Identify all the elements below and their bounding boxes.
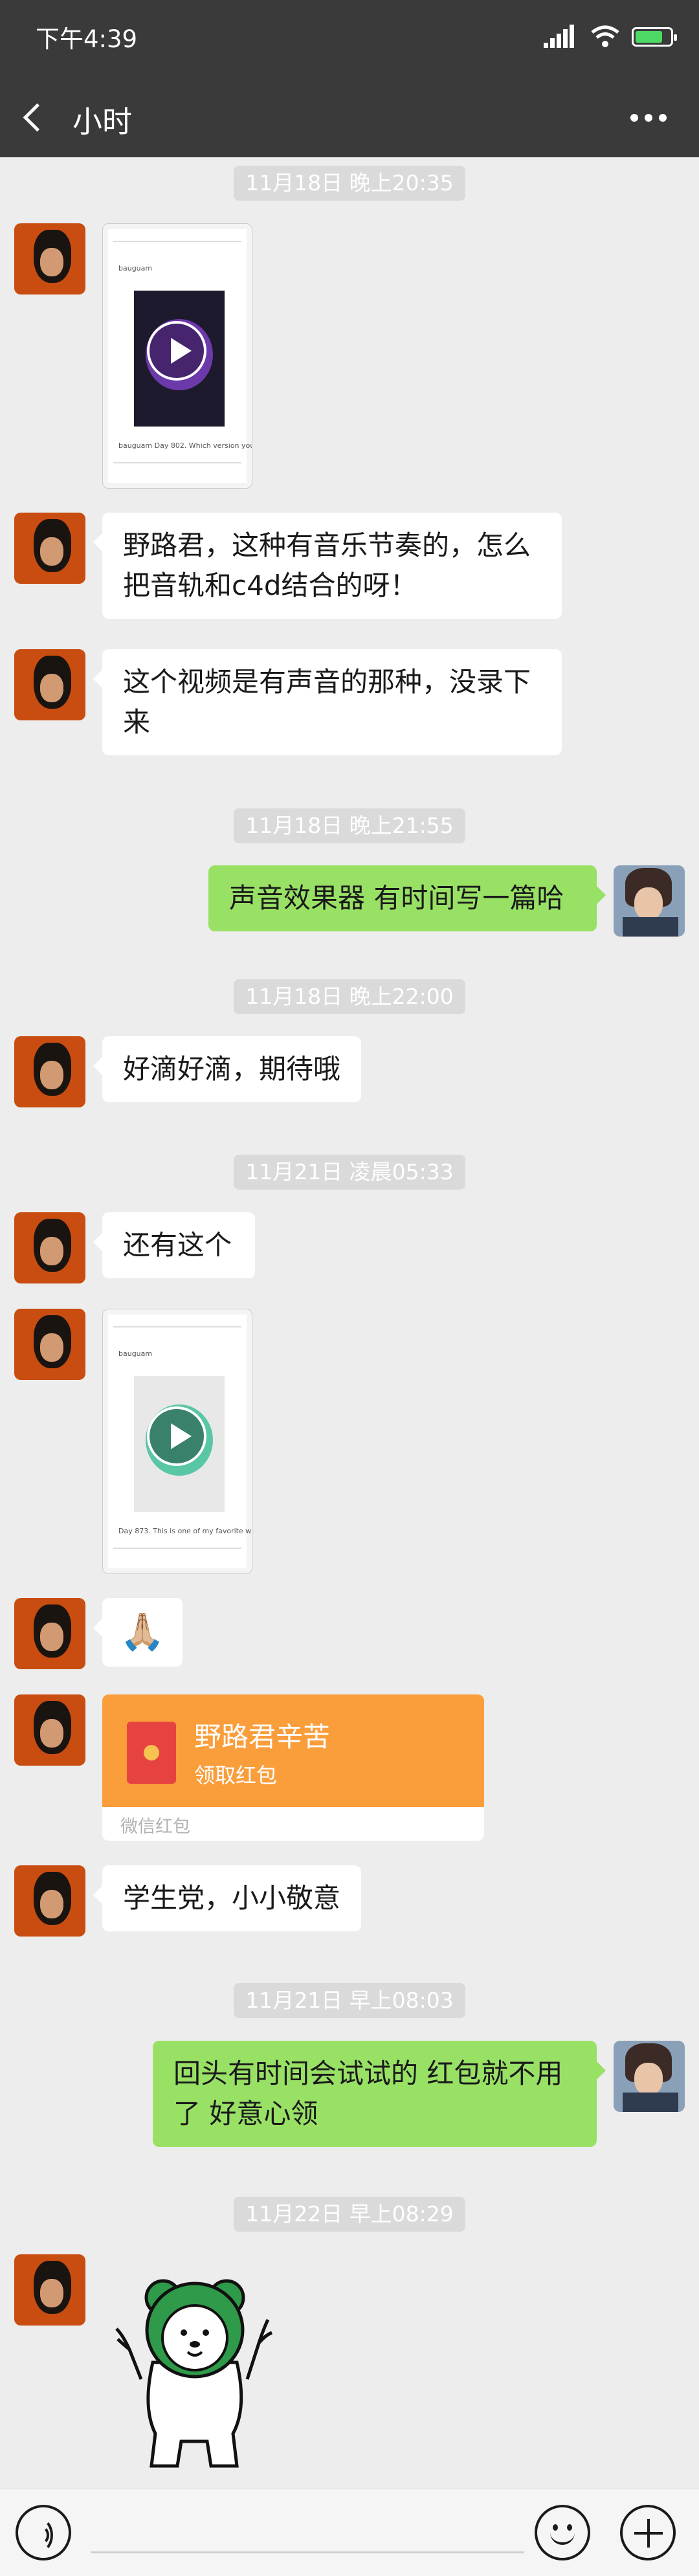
message-bubble[interactable]: 野路君，这种有音乐节奏的，怎么把音轨和c4d结合的呀！ bbox=[93, 513, 562, 619]
timestamp: 11月21日 凌晨05:33 bbox=[0, 1155, 699, 1190]
plus-icon[interactable] bbox=[620, 2505, 676, 2560]
red-packet-icon bbox=[127, 1722, 176, 1784]
message-bubble[interactable]: 学生党，小小敬意 bbox=[93, 1865, 361, 1931]
voice-icon[interactable] bbox=[16, 2505, 71, 2560]
status-time: 下午4:39 bbox=[36, 25, 138, 53]
red-packet-subtitle: 领取红包 bbox=[194, 1763, 278, 1788]
video-message[interactable]: bauguam bauguam Day 802. Which version y… bbox=[102, 223, 252, 489]
play-icon[interactable] bbox=[147, 1406, 206, 1466]
video-duration: 0:10 bbox=[213, 1552, 245, 1568]
timestamp: 11月22日 早上08:29 bbox=[0, 2197, 699, 2232]
message-bubble-mine[interactable]: 声音效果器 有时间写一篇哈 bbox=[208, 865, 606, 931]
avatar[interactable] bbox=[14, 1598, 85, 1669]
timestamp: 11月18日 晚上21:55 bbox=[0, 808, 699, 843]
video-message[interactable]: bauguam Day 873. This is one of my favor… bbox=[102, 1309, 252, 1574]
emoji-icon[interactable] bbox=[535, 2505, 590, 2560]
message-input[interactable] bbox=[91, 2551, 524, 2553]
message-bubble-mine[interactable]: 回头有时间会试试的 红包就不用了 好意心领 bbox=[153, 2041, 606, 2147]
chat-title: 小时 bbox=[72, 104, 132, 139]
video-text: Day 873. This is one of my favorite with… bbox=[118, 1527, 252, 1535]
my-avatar[interactable] bbox=[614, 865, 685, 937]
avatar[interactable] bbox=[14, 649, 85, 720]
chat-header: 小时 bbox=[0, 76, 699, 157]
wifi-icon bbox=[591, 25, 619, 47]
red-packet-title: 野路君辛苦 bbox=[194, 1721, 331, 1753]
status-icons bbox=[537, 23, 677, 49]
my-avatar[interactable] bbox=[614, 2041, 685, 2112]
timestamp: 11月18日 晚上20:35 bbox=[0, 166, 699, 201]
video-caption: bauguam bbox=[118, 1349, 153, 1358]
avatar[interactable] bbox=[14, 1865, 85, 1937]
message-bubble[interactable]: 还有这个 bbox=[93, 1212, 255, 1278]
signal-icon bbox=[544, 25, 576, 48]
back-icon[interactable] bbox=[23, 103, 52, 132]
timestamp: 11月18日 晚上22:00 bbox=[0, 979, 699, 1014]
red-packet[interactable]: 野路君辛苦 领取红包 微信红包 bbox=[102, 1694, 484, 1841]
status-bar: 下午4:39 bbox=[0, 0, 699, 76]
message-bubble[interactable]: 这个视频是有声音的那种，没录下来 bbox=[93, 649, 562, 755]
red-packet-label: 微信红包 bbox=[120, 1817, 190, 1837]
battery-icon bbox=[632, 27, 677, 47]
avatar[interactable] bbox=[14, 1212, 85, 1283]
emoji-message[interactable]: 🙏🏼 bbox=[93, 1598, 183, 1667]
play-icon[interactable] bbox=[147, 321, 206, 381]
avatar[interactable] bbox=[14, 1309, 85, 1380]
message-bubble[interactable]: 好滴好滴，期待哦 bbox=[93, 1036, 361, 1102]
video-duration: 0:09 bbox=[213, 467, 245, 483]
more-icon[interactable] bbox=[630, 114, 667, 123]
video-caption: bauguam bbox=[118, 264, 153, 272]
avatar[interactable] bbox=[14, 2254, 85, 2326]
avatar[interactable] bbox=[14, 1694, 85, 1766]
timestamp: 11月21日 早上08:03 bbox=[0, 1983, 699, 2018]
video-text: bauguam Day 802. Which version you prefe… bbox=[118, 441, 252, 450]
avatar[interactable] bbox=[14, 513, 85, 584]
input-bar bbox=[0, 2489, 699, 2576]
avatar[interactable] bbox=[14, 223, 85, 294]
bear-sticker[interactable] bbox=[110, 2252, 278, 2472]
avatar[interactable] bbox=[14, 1036, 85, 1107]
